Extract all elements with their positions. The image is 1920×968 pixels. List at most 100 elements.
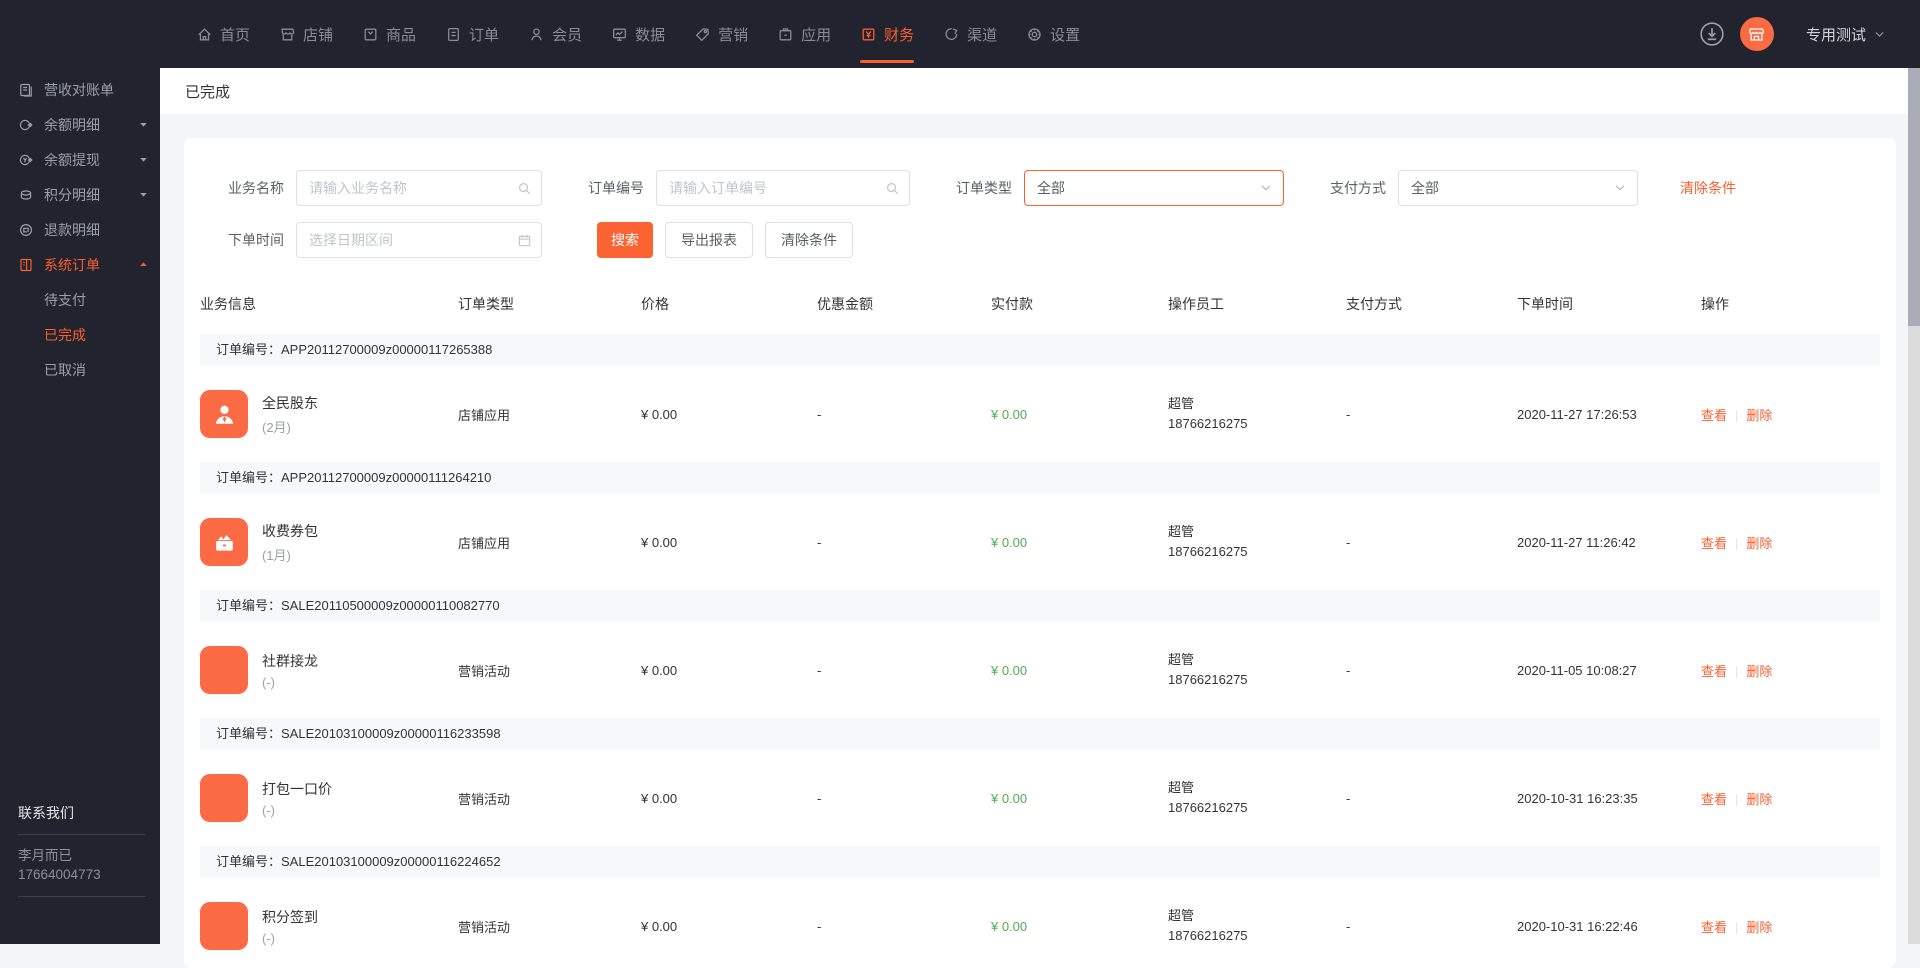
nav-item-app[interactable]: 应用 xyxy=(777,0,831,68)
nav-right: 专用测试 xyxy=(1698,17,1920,51)
view-link[interactable]: 查看 xyxy=(1701,664,1727,679)
page-header: 已完成 xyxy=(160,68,1920,114)
pay-method-cell: - xyxy=(1346,791,1517,806)
delete-link[interactable]: 删除 xyxy=(1746,792,1772,807)
order-time-cell: 2020-11-27 17:26:53 xyxy=(1517,407,1701,422)
search-icon xyxy=(517,181,532,196)
sidebar-subitem[interactable]: 已取消 xyxy=(0,352,160,387)
scrollbar-thumb[interactable] xyxy=(1908,68,1920,326)
finance-icon xyxy=(860,26,877,43)
business-duration: (-) xyxy=(262,803,332,818)
nav-item-channel[interactable]: 渠道 xyxy=(943,0,997,68)
balance-icon xyxy=(18,117,34,133)
order-type-cell: 营销活动 xyxy=(458,661,641,680)
delete-link[interactable]: 删除 xyxy=(1746,536,1772,551)
paid-cell: ¥ 0.00 xyxy=(991,535,1168,550)
filter-order-no: 订单编号 xyxy=(588,170,910,206)
sidebar-item-balance[interactable]: 余额明细 xyxy=(0,107,160,142)
order-icon xyxy=(445,26,462,43)
nav-item-label: 财务 xyxy=(884,24,914,45)
order-no-input[interactable] xyxy=(656,170,910,206)
delete-link[interactable]: 删除 xyxy=(1746,408,1772,423)
view-link[interactable]: 查看 xyxy=(1701,536,1727,551)
actions-cell: 查看|删除 xyxy=(1701,533,1880,552)
biz-member-icon xyxy=(200,390,248,438)
nav-item-label: 首页 xyxy=(220,24,250,45)
order-number-band: 订单编号：SALE20103100009z00000116233598 xyxy=(200,718,1880,750)
sidebar-item-label: 退款明细 xyxy=(44,220,100,240)
marketing-icon xyxy=(694,26,711,43)
pay-method-select[interactable]: 全部 xyxy=(1398,170,1638,206)
goods-icon xyxy=(362,26,379,43)
sidebar-item-label: 系统订单 xyxy=(44,255,100,275)
search-button[interactable]: 搜索 xyxy=(597,222,653,258)
business-name-label: 业务名称 xyxy=(228,178,284,198)
nav-item-settings[interactable]: 设置 xyxy=(1026,0,1080,68)
page-title: 已完成 xyxy=(185,81,230,102)
divider xyxy=(18,896,146,897)
nav-item-label: 商品 xyxy=(386,24,416,45)
order-type-select[interactable]: 全部 xyxy=(1024,170,1284,206)
nav-item-order[interactable]: 订单 xyxy=(445,0,499,68)
filter-row-1: 业务名称 订单编号 订单类型 xyxy=(200,170,1880,206)
delete-link[interactable]: 删除 xyxy=(1746,920,1772,935)
order-type-cell: 店铺应用 xyxy=(458,405,641,424)
delete-link[interactable]: 删除 xyxy=(1746,664,1772,679)
sidebar-item-bill[interactable]: 营收对账单 xyxy=(0,72,160,107)
nav-item-home[interactable]: 首页 xyxy=(196,0,250,68)
sidebar-item-refund[interactable]: 退款明细 xyxy=(0,212,160,247)
nav-item-label: 店铺 xyxy=(303,24,333,45)
nav-item-goods[interactable]: 商品 xyxy=(362,0,416,68)
business-name-input[interactable] xyxy=(296,170,542,206)
sidebar-item-points[interactable]: 积分明细 xyxy=(0,177,160,212)
paid-cell: ¥ 0.00 xyxy=(991,791,1168,806)
filter-pay-method: 支付方式 全部 xyxy=(1330,170,1638,206)
contact-name: 李月而已 xyxy=(18,846,146,866)
nav-item-finance[interactable]: 财务 xyxy=(860,0,914,68)
sidebar-subitem[interactable]: 待支付 xyxy=(0,282,160,317)
sidebar-subitem[interactable]: 已完成 xyxy=(0,317,160,352)
biz-coupon-icon xyxy=(200,518,248,566)
nav-item-data[interactable]: 数据 xyxy=(611,0,665,68)
nav-item-shop[interactable]: 店铺 xyxy=(279,0,333,68)
view-link[interactable]: 查看 xyxy=(1701,408,1727,423)
table-header: 业务信息订单类型价格优惠金额实付款操作员工支付方式下单时间操作 xyxy=(200,294,1880,314)
price-cell: ¥ 0.00 xyxy=(641,663,817,678)
business-name: 社群接龙 xyxy=(262,651,318,671)
order-number-band: 订单编号：APP20112700009z00000117265388 xyxy=(200,334,1880,366)
date-range-input[interactable] xyxy=(296,222,542,258)
order-number: SALE20103100009z00000116224652 xyxy=(281,854,501,869)
caret-down-icon xyxy=(139,190,148,199)
scrollbar[interactable] xyxy=(1908,68,1920,944)
main-nav: 首页 店铺 商品 订单会员数据营销应用 财务 渠道设置 xyxy=(196,0,1109,68)
sidebar-item-sysorder[interactable]: 系统订单 xyxy=(0,247,160,282)
order-number-prefix: 订单编号： xyxy=(216,598,281,613)
operator-cell: 超管18766216275 xyxy=(1168,778,1346,818)
order-number-band: 订单编号：APP20112700009z00000111264210 xyxy=(200,462,1880,494)
view-link[interactable]: 查看 xyxy=(1701,792,1727,807)
price-cell: ¥ 0.00 xyxy=(641,791,817,806)
nav-item-marketing[interactable]: 营销 xyxy=(694,0,748,68)
order-time-cell: 2020-10-31 16:23:35 xyxy=(1517,791,1701,806)
avatar[interactable] xyxy=(1740,17,1774,51)
settings-icon xyxy=(1026,26,1043,43)
nav-item-member[interactable]: 会员 xyxy=(528,0,582,68)
order-time-label: 下单时间 xyxy=(228,230,284,250)
business-name: 收费券包 xyxy=(262,521,318,541)
download-icon[interactable] xyxy=(1698,20,1726,48)
clear-conditions-button[interactable]: 清除条件 xyxy=(765,222,853,258)
order-number-band: 订单编号：SALE20110500009z00000110082770 xyxy=(200,590,1880,622)
export-report-button[interactable]: 导出报表 xyxy=(665,222,753,258)
order-number-prefix: 订单编号： xyxy=(216,342,281,357)
operator-cell: 超管18766216275 xyxy=(1168,394,1346,434)
price-cell: ¥ 0.00 xyxy=(641,535,817,550)
account-menu[interactable]: 专用测试 xyxy=(1806,24,1886,45)
member-icon xyxy=(528,26,545,43)
app-icon xyxy=(777,26,794,43)
view-link[interactable]: 查看 xyxy=(1701,920,1727,935)
business-info-cell: 收费券包(1月) xyxy=(200,518,458,566)
sidebar-item-withdraw[interactable]: 余额提现 xyxy=(0,142,160,177)
bill-icon xyxy=(18,82,34,98)
biz-plain-icon xyxy=(200,774,248,822)
clear-filters-link[interactable]: 清除条件 xyxy=(1680,178,1736,198)
